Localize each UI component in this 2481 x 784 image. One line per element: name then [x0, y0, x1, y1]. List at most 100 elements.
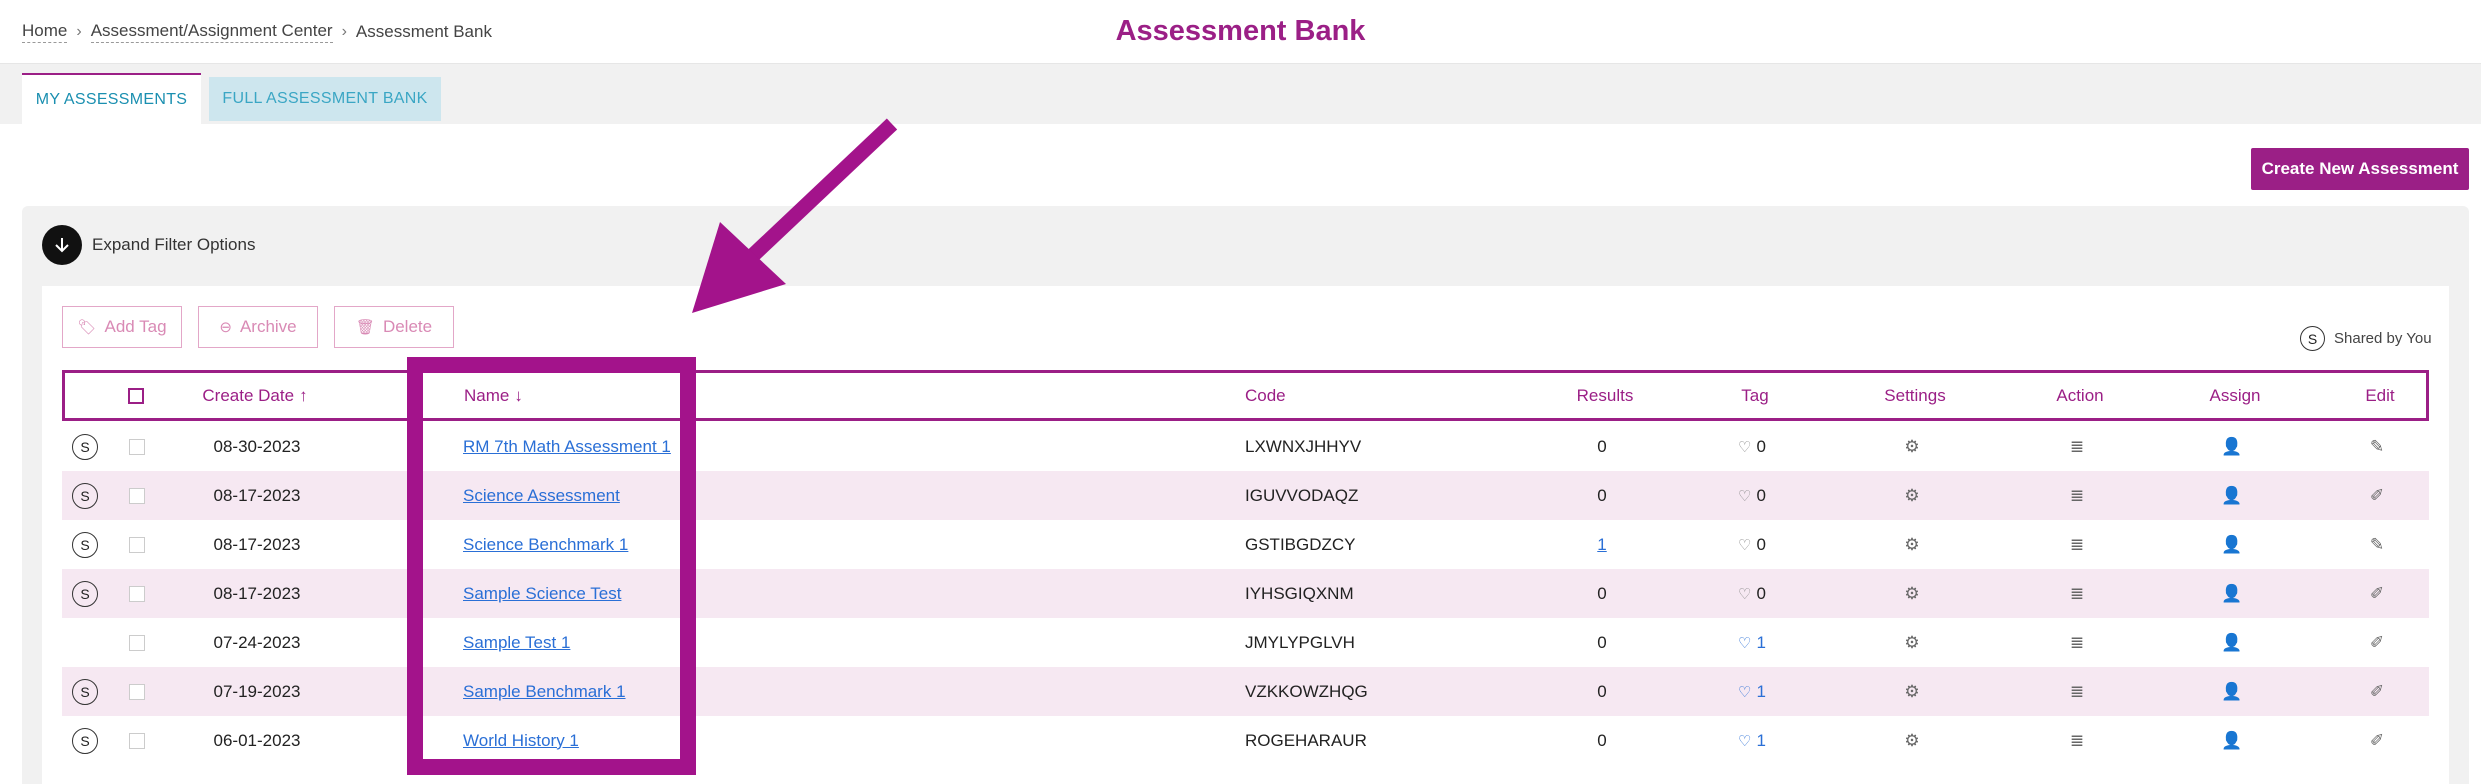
shared-badge-icon: S [72, 482, 98, 509]
gear-icon[interactable]: ⚙ [1904, 535, 1919, 555]
action-cell: ≣ [2017, 422, 2137, 471]
col-results[interactable]: Results [1545, 373, 1665, 418]
tag-count: 0 [1756, 436, 1766, 456]
results-value: 0 [1597, 681, 1607, 701]
assign-user-icon[interactable]: 👤 [2221, 437, 2242, 457]
edit-square-icon[interactable]: ✐ [2370, 731, 2384, 751]
arrow-down-icon[interactable] [42, 225, 82, 265]
gear-icon[interactable]: ⚙ [1904, 584, 1919, 604]
add-tag-button[interactable]: 🏷 Add Tag [62, 306, 182, 348]
gear-icon[interactable]: ⚙ [1904, 437, 1919, 457]
assign-user-icon[interactable]: 👤 [2221, 682, 2242, 702]
settings-cell: ⚙ [1842, 471, 1982, 520]
heart-tag-icon: ♡ [1738, 585, 1752, 603]
edit-cell: ✐ [2327, 716, 2427, 765]
heart-tag-icon: ♡ [1738, 683, 1752, 701]
create-date: 07-24-2023 [213, 632, 301, 652]
assign-cell: 👤 [2172, 422, 2292, 471]
code: IYHSGIQXNM [1245, 583, 1354, 603]
tag-icon: 🏷 [77, 319, 97, 336]
archive-icon: ⊖ [219, 319, 232, 336]
archive-button[interactable]: ⊖ Archive [198, 306, 318, 348]
delete-button[interactable]: 🗑 Delete [334, 306, 454, 348]
menu-list-icon[interactable]: ≣ [2070, 682, 2084, 702]
edit-square-icon[interactable]: ✐ [2370, 486, 2384, 506]
heart-tag-icon: ♡ [1738, 732, 1752, 750]
results-link[interactable]: 1 [1597, 535, 1606, 555]
code: LXWNXJHHYV [1245, 436, 1362, 456]
create-date: 06-01-2023 [213, 730, 301, 750]
assign-cell: 👤 [2172, 716, 2292, 765]
tab-full-assessment-bank[interactable]: FULL ASSESSMENT BANK [209, 77, 441, 121]
tab-my-assessments[interactable]: MY ASSESSMENTS [22, 73, 201, 124]
tag-count: 0 [1756, 583, 1766, 603]
col-tag[interactable]: Tag [1705, 373, 1805, 418]
results-cell: 0 [1542, 667, 1662, 716]
edit-cell: ✐ [2327, 471, 2427, 520]
create-date: 07-19-2023 [213, 681, 301, 701]
assign-user-icon[interactable]: 👤 [2221, 486, 2242, 506]
edit-cell: ✐ [2327, 569, 2427, 618]
menu-list-icon[interactable]: ≣ [2070, 731, 2084, 751]
assign-cell: 👤 [2172, 569, 2292, 618]
code: GSTIBGDZCY [1245, 534, 1356, 554]
assign-user-icon[interactable]: 👤 [2221, 633, 2242, 653]
gear-icon[interactable]: ⚙ [1904, 633, 1919, 653]
edit-square-icon[interactable]: ✐ [2370, 584, 2384, 604]
pencil-icon[interactable]: ✎ [2370, 535, 2384, 555]
shared-cell: S [72, 667, 98, 716]
create-date: 08-17-2023 [213, 583, 301, 603]
assign-user-icon[interactable]: 👤 [2221, 535, 2242, 555]
col-code[interactable]: Code [1245, 373, 1286, 418]
results-value: 0 [1597, 730, 1607, 750]
edit-square-icon[interactable]: ✐ [2370, 633, 2384, 653]
settings-cell: ⚙ [1842, 520, 1982, 569]
create-date: 08-30-2023 [213, 436, 301, 456]
assign-user-icon[interactable]: 👤 [2221, 584, 2242, 604]
menu-list-icon[interactable]: ≣ [2070, 437, 2084, 457]
tag-count: 1 [1756, 632, 1766, 652]
col-action: Action [2056, 385, 2104, 405]
assign-user-icon[interactable]: 👤 [2221, 731, 2242, 751]
gear-icon[interactable]: ⚙ [1904, 682, 1919, 702]
create-date: 08-17-2023 [213, 534, 301, 554]
heart-tag-icon: ♡ [1738, 487, 1752, 505]
menu-list-icon[interactable]: ≣ [2070, 535, 2084, 555]
select-all-checkbox[interactable] [128, 387, 144, 404]
tag-cell[interactable]: ♡ 0 [1702, 569, 1802, 618]
tag-cell[interactable]: ♡ 0 [1702, 520, 1802, 569]
results-cell: 0 [1542, 618, 1662, 667]
code: VZKKOWZHQG [1245, 681, 1368, 701]
action-cell: ≣ [2017, 471, 2137, 520]
create-new-assessment-button[interactable]: Create New Assessment [2251, 148, 2469, 190]
heart-tag-icon: ♡ [1738, 438, 1752, 456]
gear-icon[interactable]: ⚙ [1904, 486, 1919, 506]
settings-cell: ⚙ [1842, 569, 1982, 618]
code: ROGEHARAUR [1245, 730, 1367, 750]
pencil-icon[interactable]: ✎ [2370, 437, 2384, 457]
shared-badge-icon: S [72, 531, 98, 558]
tag-cell[interactable]: ♡ 1 [1702, 716, 1802, 765]
tag-cell[interactable]: ♡ 0 [1702, 471, 1802, 520]
shared-cell: S [72, 716, 98, 765]
edit-square-icon[interactable]: ✐ [2370, 682, 2384, 702]
menu-list-icon[interactable]: ≣ [2070, 584, 2084, 604]
expand-filter-options[interactable]: Expand Filter Options [42, 225, 255, 265]
trash-icon: 🗑 [355, 319, 375, 336]
menu-list-icon[interactable]: ≣ [2070, 633, 2084, 653]
action-cell: ≣ [2017, 520, 2137, 569]
menu-list-icon[interactable]: ≣ [2070, 486, 2084, 506]
col-create-date[interactable]: Create Date ↑ [145, 373, 365, 418]
assign-cell: 👤 [2172, 471, 2292, 520]
gear-icon[interactable]: ⚙ [1904, 731, 1919, 751]
action-cell: ≣ [2017, 667, 2137, 716]
tag-cell[interactable]: ♡ 0 [1702, 422, 1802, 471]
tag-cell[interactable]: ♡ 1 [1702, 618, 1802, 667]
shared-badge-icon: S [2300, 326, 2325, 351]
results-value: 0 [1597, 632, 1607, 652]
tag-cell[interactable]: ♡ 1 [1702, 667, 1802, 716]
action-cell: ≣ [2017, 569, 2137, 618]
highlight-box [407, 357, 696, 775]
page-header: Home › Assessment/Assignment Center › As… [0, 0, 2481, 64]
results-cell: 0 [1542, 471, 1662, 520]
